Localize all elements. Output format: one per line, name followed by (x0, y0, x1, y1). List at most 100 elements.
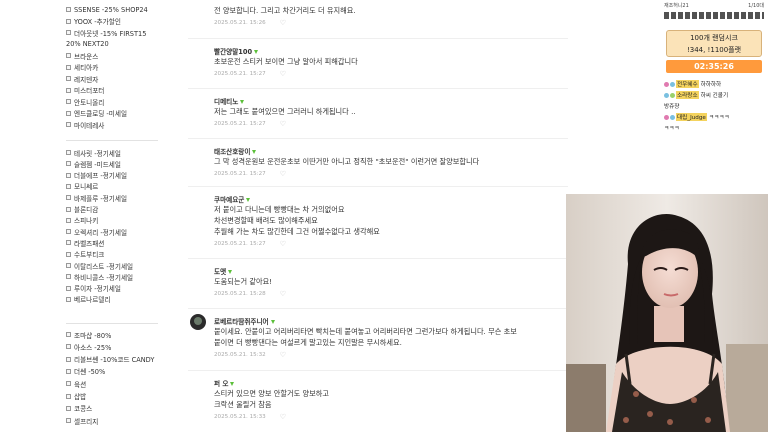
checkbox-icon[interactable] (66, 53, 71, 58)
sidebar-shop-link[interactable]: 블론디감 (66, 204, 98, 215)
sidebar-shop-link[interactable]: 코콩스 (66, 403, 92, 414)
sidebar-shop-link[interactable]: 라벨즈패션 (66, 237, 104, 248)
checkbox-icon[interactable] (66, 285, 71, 291)
checkbox-icon[interactable] (66, 217, 71, 223)
comment-text: 저는 그래도 붙여있으면 그러러니 하게됩니다 .. (214, 107, 356, 116)
checkbox-icon[interactable] (66, 122, 71, 127)
sidebar-shop-label: 이탈리스트 -정기세일 (74, 262, 134, 271)
sidebar-shop-label: 브라운스 (74, 52, 99, 61)
like-heart-icon[interactable]: ♡ (280, 290, 286, 298)
comment-author[interactable]: 쿠마예요군 (214, 194, 251, 204)
checkbox-icon[interactable] (66, 296, 71, 302)
checkbox-icon[interactable] (66, 172, 71, 178)
comment-author[interactable]: 퍼 오 (214, 378, 235, 388)
checkbox-icon[interactable] (66, 356, 71, 362)
comment-divider (188, 38, 568, 39)
like-heart-icon[interactable]: ♡ (280, 19, 286, 27)
checkbox-icon[interactable] (66, 64, 71, 70)
sidebar-shop-link[interactable]: 하비니콜스 -정기세일 (66, 271, 133, 282)
checkbox-icon[interactable] (66, 183, 71, 189)
comment-author[interactable]: 디메티노 (214, 96, 245, 106)
checkbox-icon[interactable] (66, 30, 71, 35)
checkbox-icon[interactable] (66, 368, 71, 374)
sidebar-shop-link[interactable]: 루이자 -정기세일 (66, 283, 121, 294)
stream-overlay: 재조허니21 1/10대 100개 랜덤시크 !344, !1100플랫 02:… (660, 0, 768, 140)
sidebar-shop-label: 리볼브쎈 -10%코드 CANDY (74, 356, 155, 365)
sidebar-shop-link[interactable]: 레지덴자 (66, 73, 98, 84)
checkbox-icon[interactable] (66, 251, 71, 257)
sidebar-shop-link[interactable]: 브라운스 (66, 50, 98, 61)
checkbox-icon[interactable] (66, 332, 71, 337)
sidebar-shop-link[interactable]: SSENSE -25% SHOP24 (66, 4, 148, 15)
comment-author[interactable]: 로베르타땀쥐주니어 (214, 316, 275, 326)
sidebar-shop-link[interactable]: 셀프리지 (66, 415, 98, 426)
checkbox-icon[interactable] (66, 418, 71, 424)
comment-author-name: 쿠마예요군 (214, 196, 245, 204)
comment-meta: 2025.05.21. 15:27 ♡ (214, 70, 286, 78)
checkbox-icon[interactable] (66, 195, 71, 201)
checkbox-icon[interactable] (66, 76, 71, 81)
sidebar-shop-link[interactable]: 오렉셔리 -정기세일 (66, 226, 127, 237)
sidebar-shop-link[interactable]: 테사릿 -정기세일 (66, 147, 121, 158)
sidebar-shop-link[interactable]: 리볼브쎈 -10%코드 CANDY (66, 354, 154, 365)
sidebar-shop-link[interactable]: 아소스 -25% (66, 341, 111, 352)
like-heart-icon[interactable]: ♡ (280, 120, 286, 128)
sidebar-shop-link[interactable]: 세티아카 (66, 62, 98, 73)
sidebar-shop-link[interactable]: 샵밥 (66, 391, 86, 402)
sidebar-shop-label: 라벨즈패션 (74, 239, 105, 248)
sidebar-shop-link[interactable]: 더블에프 -정기세일 (66, 170, 127, 181)
checkbox-icon[interactable] (66, 405, 71, 411)
sidebar-shop-link[interactable]: 베르나르델리 (66, 294, 110, 305)
comment-author[interactable]: 도앳 (214, 266, 233, 276)
like-heart-icon[interactable]: ♡ (280, 240, 286, 248)
comment-author[interactable]: 빨간양말100 (214, 46, 259, 56)
checkbox-icon[interactable] (66, 393, 71, 399)
sidebar-divider (66, 323, 158, 324)
user-badge-icon (670, 114, 675, 120)
sidebar-shop-link[interactable]: 더쎈 -50% (66, 366, 105, 377)
sidebar-shop-link[interactable]: 미스터포터 (66, 85, 104, 96)
overlay-counter: 1/10대 (748, 3, 764, 9)
sidebar-shop-link[interactable]: 마이테레사 (66, 119, 104, 130)
overlay-chat-text: 방쥬쟝 (664, 104, 680, 110)
sidebar-shop-link[interactable]: 조마샵 -80% (66, 329, 111, 340)
checkbox-icon[interactable] (66, 229, 71, 235)
sidebar-shop-link[interactable]: 더아웃넷 -15% FIRST15 (66, 27, 146, 38)
like-heart-icon[interactable]: ♡ (280, 413, 286, 421)
user-badge-icon (670, 81, 675, 87)
avatar[interactable] (190, 314, 206, 330)
comment-text: 초보운전 스티커 보이면 그냥 알아서 피해갑니다 (214, 57, 358, 66)
checkbox-icon[interactable] (66, 150, 71, 155)
sidebar-shop-link[interactable]: 20% NEXT20 (66, 39, 109, 50)
checkbox-icon[interactable] (66, 7, 71, 12)
checkbox-icon[interactable] (66, 99, 71, 104)
like-heart-icon[interactable]: ♡ (280, 351, 286, 359)
checkbox-icon[interactable] (66, 206, 71, 212)
sidebar-shop-link[interactable]: 이탈리스트 -정기세일 (66, 260, 133, 271)
checkbox-icon[interactable] (66, 263, 71, 268)
checkbox-icon[interactable] (66, 274, 71, 280)
checkbox-icon[interactable] (66, 18, 71, 24)
checkbox-icon[interactable] (66, 381, 71, 387)
comment-text: 붙이세요. 안붙이고 어리버리타면 빡치는데 붙여놓고 어리버리타면 그런가보다… (214, 327, 517, 336)
checkbox-icon[interactable] (66, 161, 71, 167)
checkbox-icon[interactable] (66, 87, 71, 93)
like-heart-icon[interactable]: ♡ (280, 170, 286, 178)
checkbox-icon[interactable] (66, 344, 71, 350)
sidebar-shop-link[interactable]: 스피나키 (66, 215, 98, 226)
sidebar-shop-link[interactable]: 엔드클로딩 -미세일 (66, 108, 127, 119)
checkbox-icon[interactable] (66, 110, 71, 116)
comment-author-name: 디메티노 (214, 98, 239, 106)
comment-author[interactable]: 태조산호랑이 (214, 146, 257, 156)
checkbox-icon[interactable] (66, 240, 71, 246)
sidebar-shop-link[interactable]: 육션 (66, 378, 86, 389)
sidebar-shop-link[interactable]: 슬렘젬 -미드세일 (66, 158, 121, 169)
sidebar-shop-link[interactable]: YOOX -추가할인 (66, 16, 121, 27)
sidebar-shop-link[interactable]: 바제플루 -정기세일 (66, 192, 127, 203)
like-heart-icon[interactable]: ♡ (280, 70, 286, 78)
comment-meta: 2025.05.21. 15:26 ♡ (214, 19, 286, 27)
sidebar-shop-link[interactable]: 모니쎄르 (66, 181, 98, 192)
sidebar-shop-link[interactable]: 수트부티크 (66, 249, 104, 260)
sidebar-shop-link[interactable]: 안토니올리 (66, 96, 104, 107)
verified-badge-icon (252, 150, 257, 154)
